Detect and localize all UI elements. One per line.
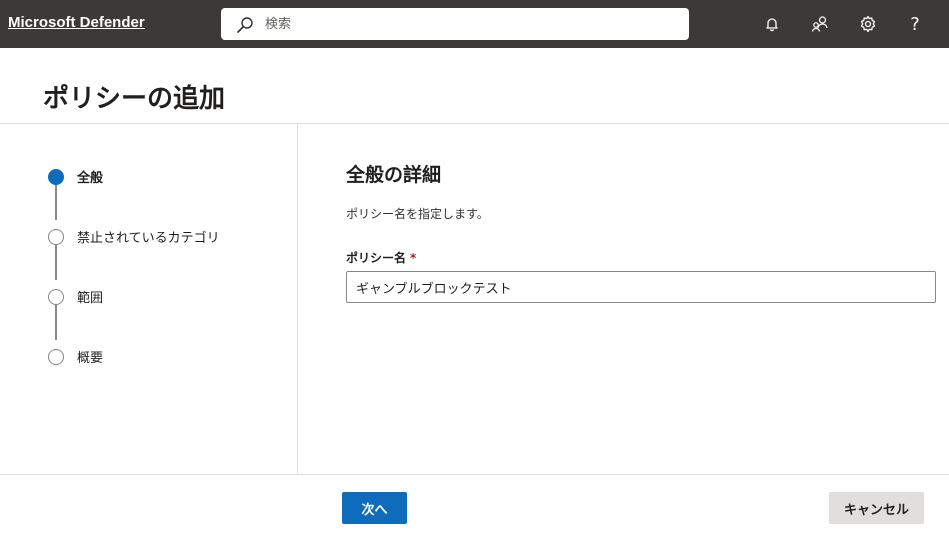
policy-name-input[interactable] (346, 271, 936, 303)
step-blocked-categories[interactable]: 禁止されているカテゴリ (48, 227, 220, 246)
step-connector (55, 304, 57, 340)
section-title: 全般の詳細 (346, 164, 442, 186)
next-button[interactable]: 次へ (342, 492, 407, 524)
divider-vertical (297, 124, 298, 474)
search-box[interactable] (221, 8, 689, 40)
top-bar: Microsoft Defender ? (0, 0, 949, 48)
step-connector (55, 244, 57, 280)
people-community-icon[interactable] (808, 12, 832, 36)
step-indicator (48, 228, 64, 245)
step-indicator (48, 348, 64, 365)
step-label: 範囲 (77, 291, 104, 306)
step-indicator (48, 288, 64, 305)
divider-top (0, 123, 949, 124)
step-summary[interactable]: 概要 (48, 347, 103, 366)
policy-name-label: ポリシー名 * (346, 249, 416, 266)
section-description: ポリシー名を指定します。 (346, 207, 489, 221)
help-icon[interactable]: ? (903, 12, 927, 36)
step-label: 全般 (77, 171, 104, 186)
divider-bottom (0, 474, 949, 475)
step-connector (55, 184, 57, 220)
bell-icon[interactable] (760, 12, 784, 36)
gear-icon[interactable] (856, 12, 880, 36)
search-input[interactable] (265, 14, 665, 34)
step-scope[interactable]: 範囲 (48, 287, 103, 306)
step-indicator-active (48, 168, 64, 185)
policy-name-label-text: ポリシー名 (346, 251, 407, 265)
step-general[interactable]: 全般 (48, 167, 103, 186)
required-marker: * (410, 251, 417, 265)
step-label: 禁止されているカテゴリ (77, 231, 220, 246)
help-glyph: ? (910, 13, 920, 35)
search-icon (237, 17, 253, 33)
cancel-button[interactable]: キャンセル (829, 492, 924, 524)
step-label: 概要 (77, 351, 104, 366)
app-title-link[interactable]: Microsoft Defender (8, 14, 145, 31)
page-title: ポリシーの追加 (43, 84, 226, 114)
